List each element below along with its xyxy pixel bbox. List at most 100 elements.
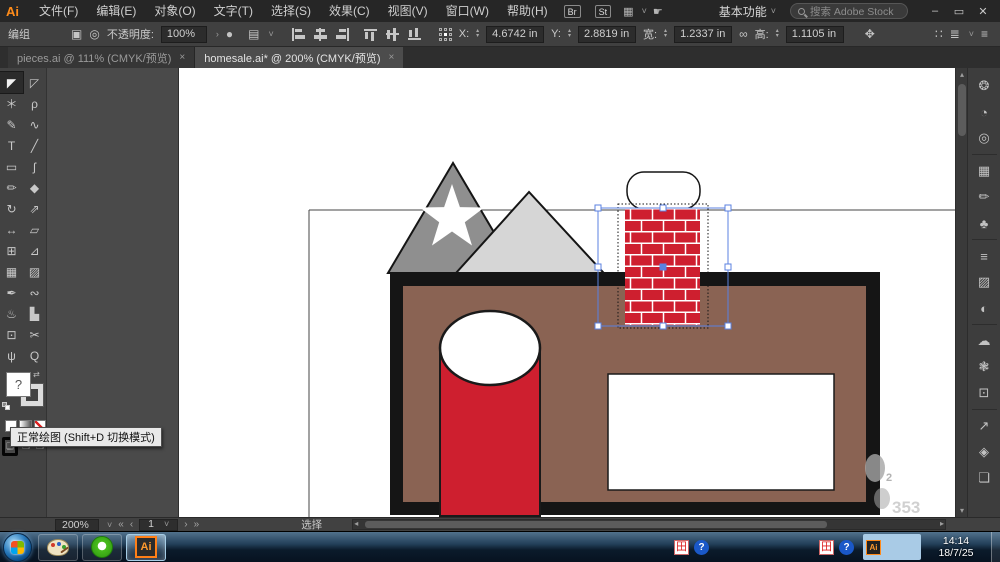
close-icon[interactable]: × <box>389 52 395 63</box>
tray-app-icon[interactable]: 田 <box>819 540 834 555</box>
illustrator-tray-icon[interactable]: Ai <box>866 540 881 555</box>
adjustments-panel-icon[interactable]: ◎ <box>968 125 1000 151</box>
transparency-panel-icon[interactable]: ◐ <box>968 295 1000 321</box>
control-panel-menu-icon[interactable]: ≡ <box>981 27 988 41</box>
x-position-input[interactable]: 4.6742 in <box>486 26 544 43</box>
artboard-tool[interactable]: ⊡ <box>0 324 23 345</box>
align-top-icon[interactable] <box>363 28 378 41</box>
chevron-down-icon[interactable]: ˅ <box>771 6 776 16</box>
align-right-icon[interactable] <box>335 28 350 41</box>
links-panel-icon[interactable]: ⊡ <box>968 380 1000 406</box>
slice-tool[interactable]: ✂ <box>23 324 46 345</box>
gradient-panel-icon[interactable]: ▨ <box>968 269 1000 295</box>
stepper-icon[interactable]: ▴▾ <box>776 29 779 39</box>
symbols-panel-icon[interactable]: ♣ <box>968 210 1000 236</box>
paintbrush-tool[interactable]: ʃ <box>23 156 46 177</box>
taskbar-browser-button[interactable] <box>82 534 122 561</box>
stepper-icon[interactable]: ▴▾ <box>664 29 667 39</box>
color-guide-panel-icon[interactable]: ◔ <box>968 99 1000 125</box>
rectangle-tool[interactable]: ▭ <box>0 156 23 177</box>
align-center-icon[interactable] <box>313 28 328 41</box>
scroll-down-icon[interactable]: ▾ <box>956 506 968 515</box>
artboard-navigation[interactable]: 1 ˅ <box>139 519 178 531</box>
lasso-tool[interactable]: ρ <box>23 93 46 114</box>
menu-type[interactable]: 文字(T) <box>206 0 261 22</box>
transform-more-icon[interactable]: ✥ <box>865 27 875 41</box>
cc-libraries-panel-icon[interactable]: ☁ <box>968 328 1000 354</box>
free-transform-tool[interactable]: ▱ <box>23 219 46 240</box>
restore-button[interactable]: ▭ <box>948 5 970 18</box>
brushes-panel-icon[interactable]: ✏ <box>968 184 1000 210</box>
next-artboard-icon[interactable]: › <box>184 519 187 530</box>
horizontal-scroll-thumb[interactable] <box>365 521 827 528</box>
share-icon[interactable]: ☛ <box>653 5 663 18</box>
menu-help[interactable]: 帮助(H) <box>499 0 556 22</box>
direct-selection-tool[interactable]: ◸ <box>23 72 46 93</box>
type-tool[interactable]: T <box>0 135 23 156</box>
close-button[interactable]: ✕ <box>972 5 994 18</box>
start-button[interactable] <box>3 533 32 562</box>
symbol-sprayer-tool[interactable]: ♨ <box>0 303 23 324</box>
style-menu-icon[interactable]: ● <box>226 27 233 41</box>
close-icon[interactable]: × <box>179 52 185 63</box>
show-desktop-button[interactable] <box>991 532 1000 562</box>
menu-select[interactable]: 选择(S) <box>263 0 319 22</box>
width-tool[interactable]: ↔ <box>0 219 23 240</box>
width-input[interactable]: 1.2337 in <box>674 26 732 43</box>
selection-tool[interactable]: ◤ <box>0 72 23 93</box>
menu-effect[interactable]: 效果(C) <box>321 0 378 22</box>
hand-tool[interactable]: ψ <box>0 345 23 366</box>
horizontal-scrollbar[interactable]: ◂ ▸ <box>352 519 946 530</box>
vertical-scroll-thumb[interactable] <box>958 84 966 136</box>
perspective-grid-tool[interactable]: ⊿ <box>23 240 46 261</box>
last-artboard-icon[interactable]: » <box>194 519 200 530</box>
eyedropper-tool[interactable]: ✒ <box>0 282 23 303</box>
tray-app-icon[interactable]: 田 <box>674 540 689 555</box>
magic-wand-tool[interactable]: ＊ <box>0 93 23 114</box>
scroll-right-icon[interactable]: ▸ <box>940 519 944 528</box>
swap-fill-stroke-icon[interactable]: ⇄ <box>33 370 40 379</box>
panel-toggle-icon[interactable]: ≣ <box>950 27 960 41</box>
scroll-up-icon[interactable]: ▴ <box>956 70 968 79</box>
bounding-box-icon[interactable]: ▣ <box>71 27 82 41</box>
layers-panel-icon[interactable]: ◈ <box>968 439 1000 465</box>
pattern-options-panel-icon[interactable]: ❃ <box>968 354 1000 380</box>
stock-search-input[interactable]: 搜索 Adobe Stock <box>790 3 908 19</box>
curvature-tool[interactable]: ∿ <box>23 114 46 135</box>
default-fill-stroke-icon[interactable] <box>2 402 11 411</box>
rotate-tool[interactable]: ↻ <box>0 198 23 219</box>
shape-builder-tool[interactable]: ⊞ <box>0 240 23 261</box>
pencil-tool[interactable]: ✏ <box>0 177 23 198</box>
color-panel-icon[interactable]: ❂ <box>968 73 1000 99</box>
taskbar-clock[interactable]: 14:14 18/7/25 <box>928 535 984 559</box>
selection-center-point[interactable] <box>660 264 666 270</box>
center-reference-icon[interactable]: ◎ <box>89 27 99 41</box>
mesh-tool[interactable]: ▦ <box>0 261 23 282</box>
bridge-icon[interactable]: Br <box>564 5 581 18</box>
zoom-level-input[interactable]: 200% <box>55 519 99 531</box>
tray-help-icon[interactable]: ? <box>694 540 709 555</box>
menu-object[interactable]: 对象(O) <box>146 0 203 22</box>
reference-point-selector[interactable] <box>439 28 452 41</box>
first-artboard-icon[interactable]: « <box>118 519 124 530</box>
gradient-tool[interactable]: ▨ <box>23 261 46 282</box>
smoke-shape[interactable] <box>627 172 700 209</box>
fill-swatch[interactable]: ? <box>6 372 31 397</box>
stepper-icon[interactable]: ▴▾ <box>476 29 479 39</box>
align-bottom-icon[interactable] <box>407 28 422 41</box>
tab-pieces[interactable]: pieces.ai @ 111% (CMYK/预览) × <box>8 47 195 68</box>
stepper-icon[interactable]: ▴▾ <box>568 29 571 39</box>
tab-homesale[interactable]: homesale.ai* @ 200% (CMYK/预览) × <box>195 47 403 68</box>
previous-artboard-icon[interactable]: ‹ <box>130 519 133 530</box>
align-left-icon[interactable] <box>291 28 306 41</box>
vertical-scrollbar[interactable]: ▴ ▾ <box>955 68 967 517</box>
scale-tool[interactable]: ⇗ <box>23 198 46 219</box>
opacity-input[interactable]: 100% <box>161 26 207 43</box>
tray-help-icon[interactable]: ? <box>839 540 854 555</box>
gather-icon[interactable]: ∷ <box>935 27 943 41</box>
window-shape[interactable] <box>608 374 834 490</box>
export-panel-icon[interactable]: ↗ <box>968 413 1000 439</box>
height-input[interactable]: 1.1105 in <box>786 26 844 43</box>
column-graph-tool[interactable]: ▙ <box>23 303 46 324</box>
y-position-input[interactable]: 2.8819 in <box>578 26 636 43</box>
